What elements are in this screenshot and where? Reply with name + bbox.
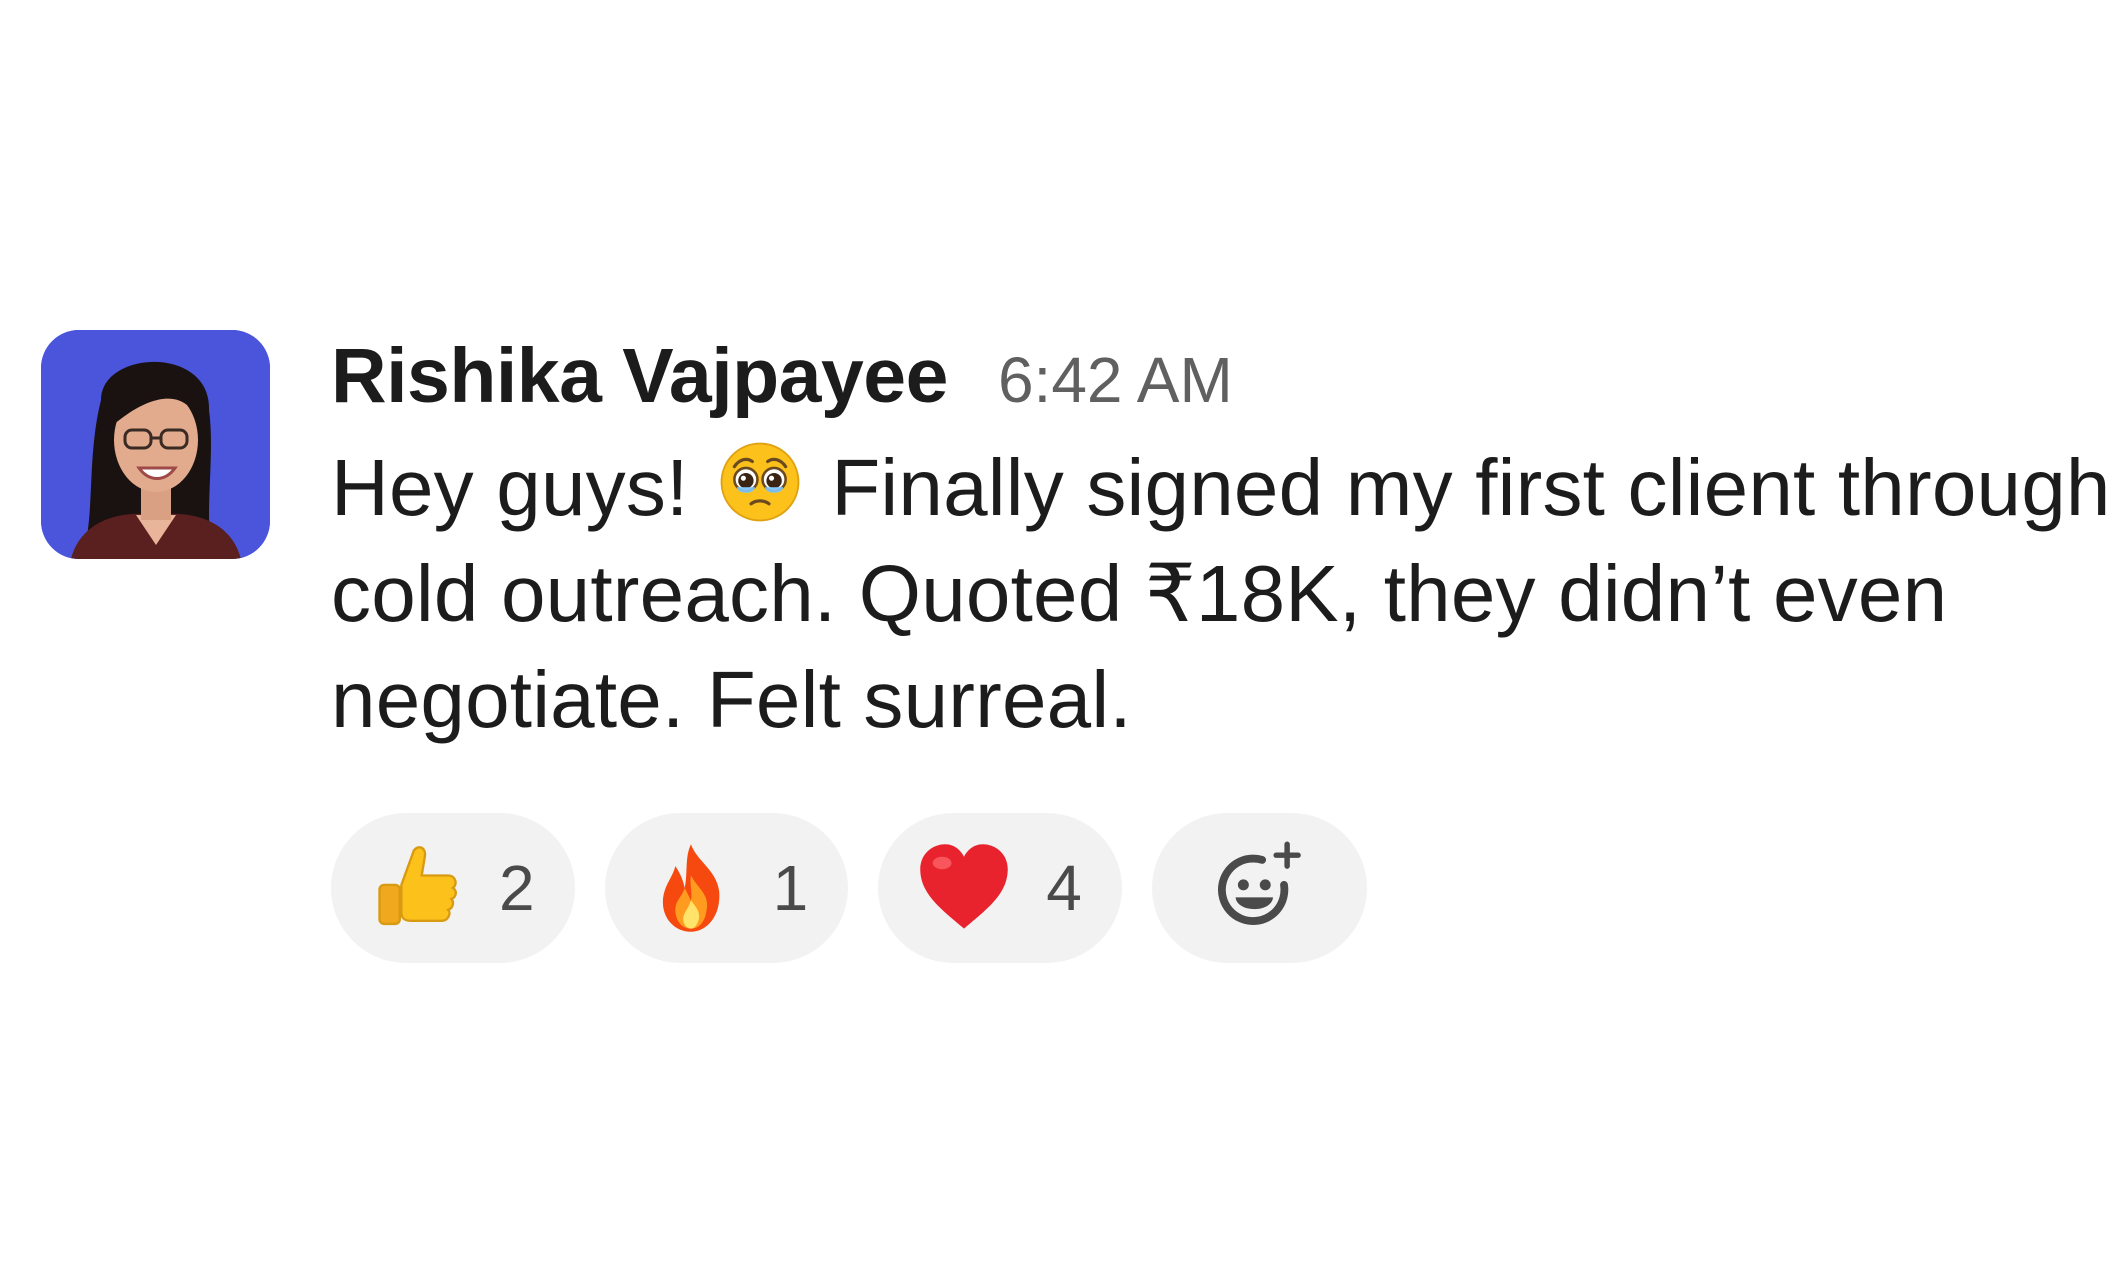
reactions-bar: 2 1 4 <box>331 813 2111 963</box>
chat-message: Rishika Vajpayee 6:42 AM Hey guys! Final… <box>41 330 2110 963</box>
sender-name[interactable]: Rishika Vajpayee <box>331 330 948 422</box>
fire-icon <box>662 844 719 932</box>
reaction-red-heart[interactable]: 4 <box>878 813 1122 963</box>
pleading-face-icon <box>720 442 800 522</box>
red-heart-icon <box>920 844 1008 929</box>
reaction-count: 4 <box>1046 852 1082 924</box>
message-timestamp[interactable]: 6:42 AM <box>998 334 1233 426</box>
message-body: Hey guys! Finally signed my first client… <box>331 435 2111 753</box>
message-content: Rishika Vajpayee 6:42 AM Hey guys! Final… <box>331 330 2111 963</box>
avatar[interactable] <box>41 330 270 559</box>
add-emoji-icon <box>1218 841 1302 925</box>
message-text-part1: Hey guys! <box>331 443 711 532</box>
reaction-count: 1 <box>772 852 809 924</box>
thumbs-up-icon <box>378 846 457 926</box>
reaction-count: 2 <box>499 852 535 924</box>
message-header: Rishika Vajpayee 6:42 AM <box>331 330 2111 422</box>
add-reaction-button[interactable] <box>1151 813 1367 963</box>
reaction-fire[interactable]: 1 <box>604 813 849 963</box>
avatar-portrait-image <box>41 330 270 559</box>
reaction-thumbs-up[interactable]: 2 <box>331 813 575 963</box>
